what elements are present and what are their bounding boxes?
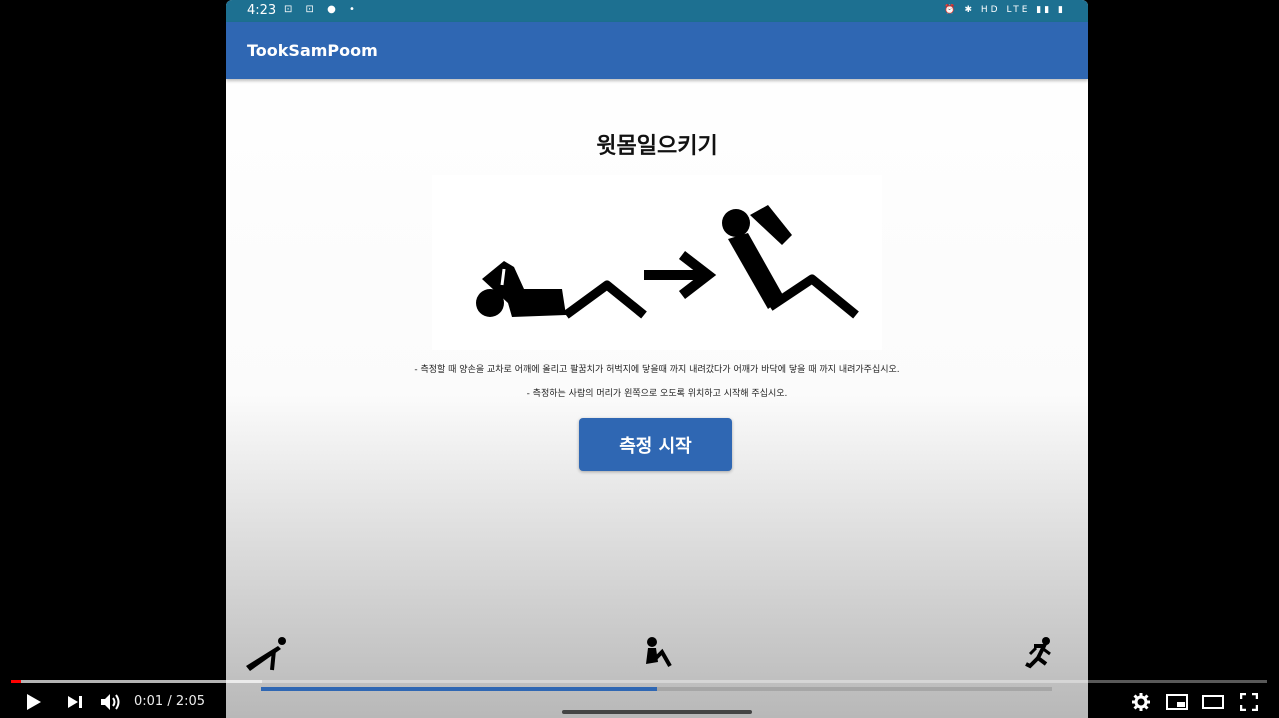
pushup-icon[interactable]	[244, 636, 288, 676]
duration: 2:05	[175, 694, 206, 709]
phone-screen: 4:23 ⊡ ⊡ ● • ⏰ ✱ HD LTE ▮▮ ▮ TookSamPoom…	[226, 0, 1088, 718]
next-icon[interactable]	[62, 686, 88, 718]
app-title: TookSamPoom	[247, 41, 378, 60]
situp-illustration	[432, 175, 882, 350]
player-controls: 0:01 / 2:05	[0, 686, 1279, 718]
time-display: 0:01 / 2:05	[134, 694, 205, 709]
instruction-line: - 측정할 때 양손을 교차로 어깨에 올리고 팔꿈치가 허벅지에 닿을때 까지…	[414, 365, 900, 375]
video-progress-bar[interactable]	[11, 680, 1267, 683]
status-bar: 4:23 ⊡ ⊡ ● • ⏰ ✱ HD LTE ▮▮ ▮	[226, 0, 1088, 22]
exercise-title: 윗몸일으키기	[596, 134, 718, 159]
play-icon[interactable]	[20, 686, 48, 718]
running-icon[interactable]	[1024, 636, 1054, 674]
video-buffered	[11, 680, 263, 683]
situp-icon[interactable]	[642, 636, 672, 674]
miniplayer-icon[interactable]	[1164, 686, 1190, 718]
status-time: 4:23	[247, 3, 277, 18]
time-separator: /	[163, 694, 176, 709]
fullscreen-icon[interactable]	[1236, 686, 1262, 718]
theater-mode-icon[interactable]	[1200, 686, 1226, 718]
start-measurement-button[interactable]: 측정 시작	[579, 418, 732, 471]
instruction-line: - 측정하는 사람의 머리가 왼쪽으로 오도록 위치하고 시작해 주십시오.	[526, 389, 788, 399]
app-bar: TookSamPoom	[226, 22, 1088, 79]
volume-icon[interactable]	[98, 686, 124, 718]
system-status-icons: ⏰ ✱ HD LTE ▮▮ ▮	[944, 5, 1066, 15]
video-played	[11, 680, 22, 683]
settings-icon[interactable]	[1129, 686, 1153, 718]
notification-icons: ⊡ ⊡ ● •	[284, 4, 360, 15]
current-time: 0:01	[134, 694, 164, 709]
